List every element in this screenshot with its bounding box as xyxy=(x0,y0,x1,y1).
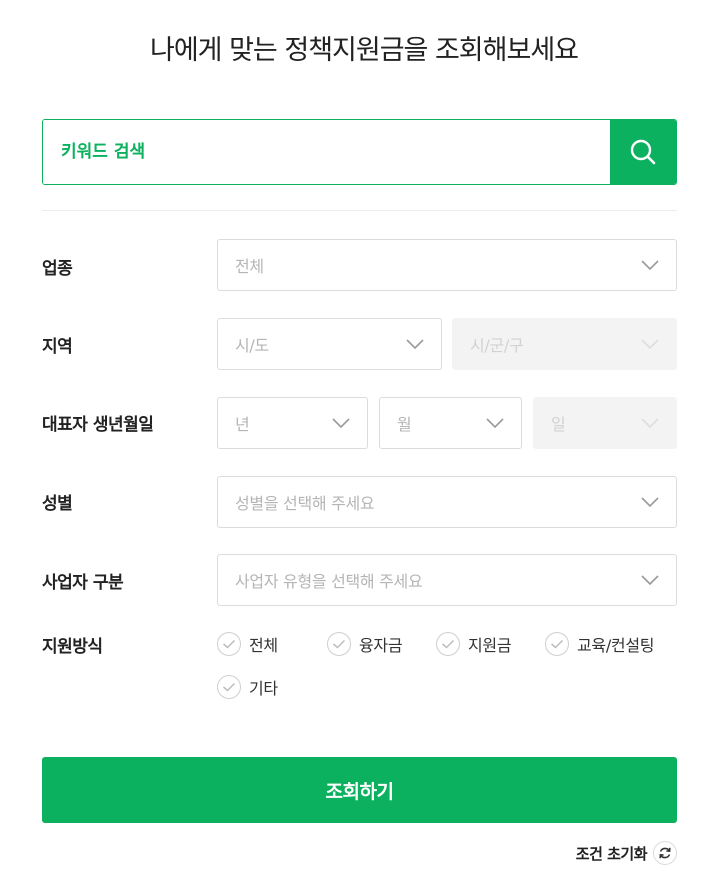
search-button[interactable] xyxy=(610,120,676,184)
gender-label: 성별 xyxy=(42,494,73,514)
birth-month-select[interactable]: 월 xyxy=(379,397,522,449)
birth-day-select: 일 xyxy=(533,397,677,449)
reset-label: 조건 초기화 xyxy=(575,844,648,863)
support-option-label: 기타 xyxy=(249,679,278,698)
business-type-select-value: 사업자 유형을 선택해 주세요 xyxy=(235,572,423,591)
industry-label: 업종 xyxy=(42,259,73,279)
industry-select-value: 전체 xyxy=(235,257,264,276)
support-option-label: 지원금 xyxy=(468,636,512,655)
support-option-grant[interactable]: 지원금 xyxy=(436,632,512,656)
chevron-down-icon xyxy=(641,339,659,350)
check-icon xyxy=(217,632,241,656)
chevron-down-icon xyxy=(641,418,659,429)
region-label: 지역 xyxy=(42,337,73,357)
business-type-select[interactable]: 사업자 유형을 선택해 주세요 xyxy=(217,554,677,606)
support-option-all[interactable]: 전체 xyxy=(217,632,278,656)
industry-select[interactable]: 전체 xyxy=(217,239,677,291)
submit-button[interactable]: 조회하기 xyxy=(42,757,677,823)
birth-year-value: 년 xyxy=(235,415,250,434)
province-select-value: 시/도 xyxy=(235,336,269,355)
search-icon xyxy=(630,139,656,165)
reset-button[interactable]: 조건 초기화 xyxy=(576,841,677,865)
check-icon xyxy=(217,675,241,699)
check-icon xyxy=(545,632,569,656)
birth-year-select[interactable]: 년 xyxy=(217,397,368,449)
birth-month-value: 월 xyxy=(397,415,412,434)
chevron-down-icon xyxy=(406,339,424,350)
refresh-icon xyxy=(653,841,677,865)
gender-select[interactable]: 성별을 선택해 주세요 xyxy=(217,476,677,528)
support-option-education[interactable]: 교육/컨설팅 xyxy=(545,632,655,656)
support-option-etc[interactable]: 기타 xyxy=(217,675,278,699)
search-box xyxy=(42,119,677,185)
gender-select-value: 성별을 선택해 주세요 xyxy=(235,494,375,513)
chevron-down-icon xyxy=(641,260,659,271)
check-icon xyxy=(327,632,351,656)
divider xyxy=(42,210,677,211)
district-select-value: 시/군/구 xyxy=(470,336,524,355)
check-icon xyxy=(436,632,460,656)
district-select: 시/군/구 xyxy=(452,318,677,370)
support-option-label: 교육/컨설팅 xyxy=(577,636,655,655)
chevron-down-icon xyxy=(641,575,659,586)
support-option-label: 전체 xyxy=(249,636,278,655)
support-option-loan[interactable]: 융자금 xyxy=(327,632,403,656)
support-label: 지원방식 xyxy=(42,637,103,657)
business-type-label: 사업자 구분 xyxy=(42,573,124,593)
support-option-label: 융자금 xyxy=(359,636,403,655)
chevron-down-icon xyxy=(332,418,350,429)
search-input[interactable] xyxy=(43,120,610,184)
province-select[interactable]: 시/도 xyxy=(217,318,442,370)
chevron-down-icon xyxy=(641,497,659,508)
chevron-down-icon xyxy=(486,418,504,429)
birth-day-value: 일 xyxy=(551,415,566,434)
birth-label: 대표자 생년월일 xyxy=(42,415,154,435)
page-title: 나에게 맞는 정책지원금을 조회해보세요 xyxy=(149,35,579,66)
